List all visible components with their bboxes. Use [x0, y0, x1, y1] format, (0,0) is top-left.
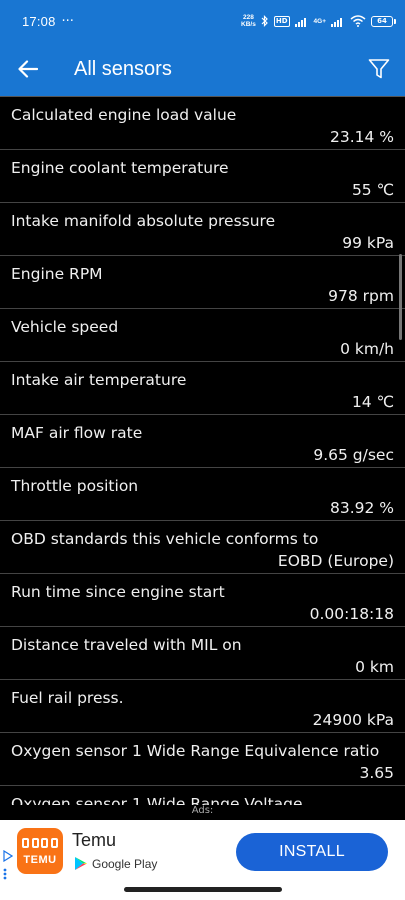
- sensor-label: OBD standards this vehicle conforms to: [11, 530, 319, 548]
- network-speed-value: 228: [243, 14, 254, 21]
- sensor-value: 24900 kPa: [312, 711, 394, 729]
- sensor-row[interactable]: Engine coolant temperature 55 ℃: [0, 149, 405, 202]
- sensor-value: 14 ℃: [351, 393, 394, 411]
- sim-badge: 4G+: [313, 17, 326, 25]
- sensor-row[interactable]: Oxygen sensor 1 Wide Range Voltage: [0, 785, 405, 805]
- bluetooth-icon: [261, 15, 268, 27]
- back-button[interactable]: [0, 42, 56, 96]
- sensor-row[interactable]: OBD standards this vehicle conforms to EO…: [0, 520, 405, 573]
- scrollbar[interactable]: [399, 254, 402, 340]
- google-play-icon: [75, 857, 87, 870]
- sensor-label: Calculated engine load value: [11, 106, 237, 124]
- sensor-label: Vehicle speed: [11, 318, 119, 336]
- sensor-row[interactable]: Engine RPM 978 rpm: [0, 255, 405, 308]
- sensor-value: 9.65 g/sec: [313, 446, 394, 464]
- sensor-value: 0 km/h: [340, 340, 394, 358]
- sensor-label: Engine RPM: [11, 265, 103, 283]
- ad-app-name[interactable]: Temu: [72, 830, 116, 851]
- ad-info-icon[interactable]: [3, 868, 7, 880]
- ads-label: Ads:: [0, 805, 405, 820]
- install-button[interactable]: INSTALL: [236, 833, 388, 871]
- sensor-value: 83.92 %: [329, 499, 394, 517]
- sensor-value: 23.14 %: [329, 128, 394, 146]
- battery-icon: 64: [371, 15, 396, 27]
- sensor-list[interactable]: Calculated engine load value 23.14 % Engi…: [0, 96, 405, 805]
- sensor-row[interactable]: Oxygen sensor 1 Wide Range Equivalence r…: [0, 732, 405, 785]
- sensor-row[interactable]: Intake air temperature 14 ℃: [0, 361, 405, 414]
- sensor-value: 3.65: [359, 764, 394, 782]
- ad-choices-icon[interactable]: [3, 850, 13, 862]
- status-time: 17:08: [22, 13, 56, 29]
- sensor-row[interactable]: Intake manifold absolute pressure 99 kPa: [0, 202, 405, 255]
- sensor-label: Intake manifold absolute pressure: [11, 212, 276, 230]
- store-name: Google Play: [92, 856, 158, 871]
- status-icons: 228 KB/s HD 4G+ 64: [241, 14, 396, 28]
- sensor-row[interactable]: Run time since engine start 0.00:18:18: [0, 573, 405, 626]
- sensor-row[interactable]: Throttle position 83.92 %: [0, 467, 405, 520]
- sensor-value: 55 ℃: [351, 181, 394, 199]
- arrow-left-icon: [18, 60, 38, 78]
- sensor-label: Run time since engine start: [11, 583, 225, 601]
- sensor-value: 99 kPa: [342, 234, 394, 252]
- sensor-label: Oxygen sensor 1 Wide Range Voltage: [11, 795, 303, 805]
- sensor-value: 0 km: [355, 658, 394, 676]
- sensor-label: Engine coolant temperature: [11, 159, 229, 177]
- home-gesture-bar[interactable]: [124, 887, 282, 892]
- network-speed-unit: KB/s: [241, 21, 256, 28]
- sensor-value: 978 rpm: [328, 287, 394, 305]
- sensor-label: Distance traveled with MIL on: [11, 636, 242, 654]
- sensor-label: Intake air temperature: [11, 371, 187, 389]
- sensor-row[interactable]: Fuel rail press. 24900 kPa: [0, 679, 405, 732]
- sensor-value: EOBD (Europe): [277, 552, 394, 570]
- volte-icon: HD: [273, 15, 290, 27]
- ad-banner[interactable]: TEMU Temu Google Play INSTALL: [0, 820, 405, 884]
- sensor-row[interactable]: Calculated engine load value 23.14 %: [0, 96, 405, 149]
- sensor-row[interactable]: MAF air flow rate 9.65 g/sec: [0, 414, 405, 467]
- sensor-row[interactable]: Distance traveled with MIL on 0 km: [0, 626, 405, 679]
- status-overflow-dots: ···: [61, 13, 74, 29]
- sensor-label: MAF air flow rate: [11, 424, 143, 442]
- logo-text: TEMU: [23, 854, 57, 866]
- status-bar: 17:08 ··· 228 KB/s HD 4G+ 64: [0, 0, 405, 42]
- temu-logo[interactable]: TEMU: [17, 828, 63, 874]
- signal-icon: [294, 17, 306, 27]
- sensor-label: Throttle position: [11, 477, 139, 495]
- signal-icon-2: [331, 17, 342, 27]
- nav-bar: [0, 884, 405, 900]
- app-bar: All sensors: [0, 42, 405, 96]
- funnel-icon: [368, 59, 390, 79]
- sensor-label: Fuel rail press.: [11, 689, 124, 707]
- network-speed: 228 KB/s: [241, 14, 256, 28]
- page-title: All sensors: [74, 57, 172, 80]
- logo-marks: [22, 838, 58, 850]
- sensor-value: 0.00:18:18: [309, 605, 394, 623]
- sensor-row[interactable]: Vehicle speed 0 km/h: [0, 308, 405, 361]
- sensor-label: Oxygen sensor 1 Wide Range Equivalence r…: [11, 742, 380, 760]
- wifi-icon: [350, 15, 366, 27]
- filter-button[interactable]: [353, 42, 405, 96]
- ad-store: Google Play: [74, 856, 157, 871]
